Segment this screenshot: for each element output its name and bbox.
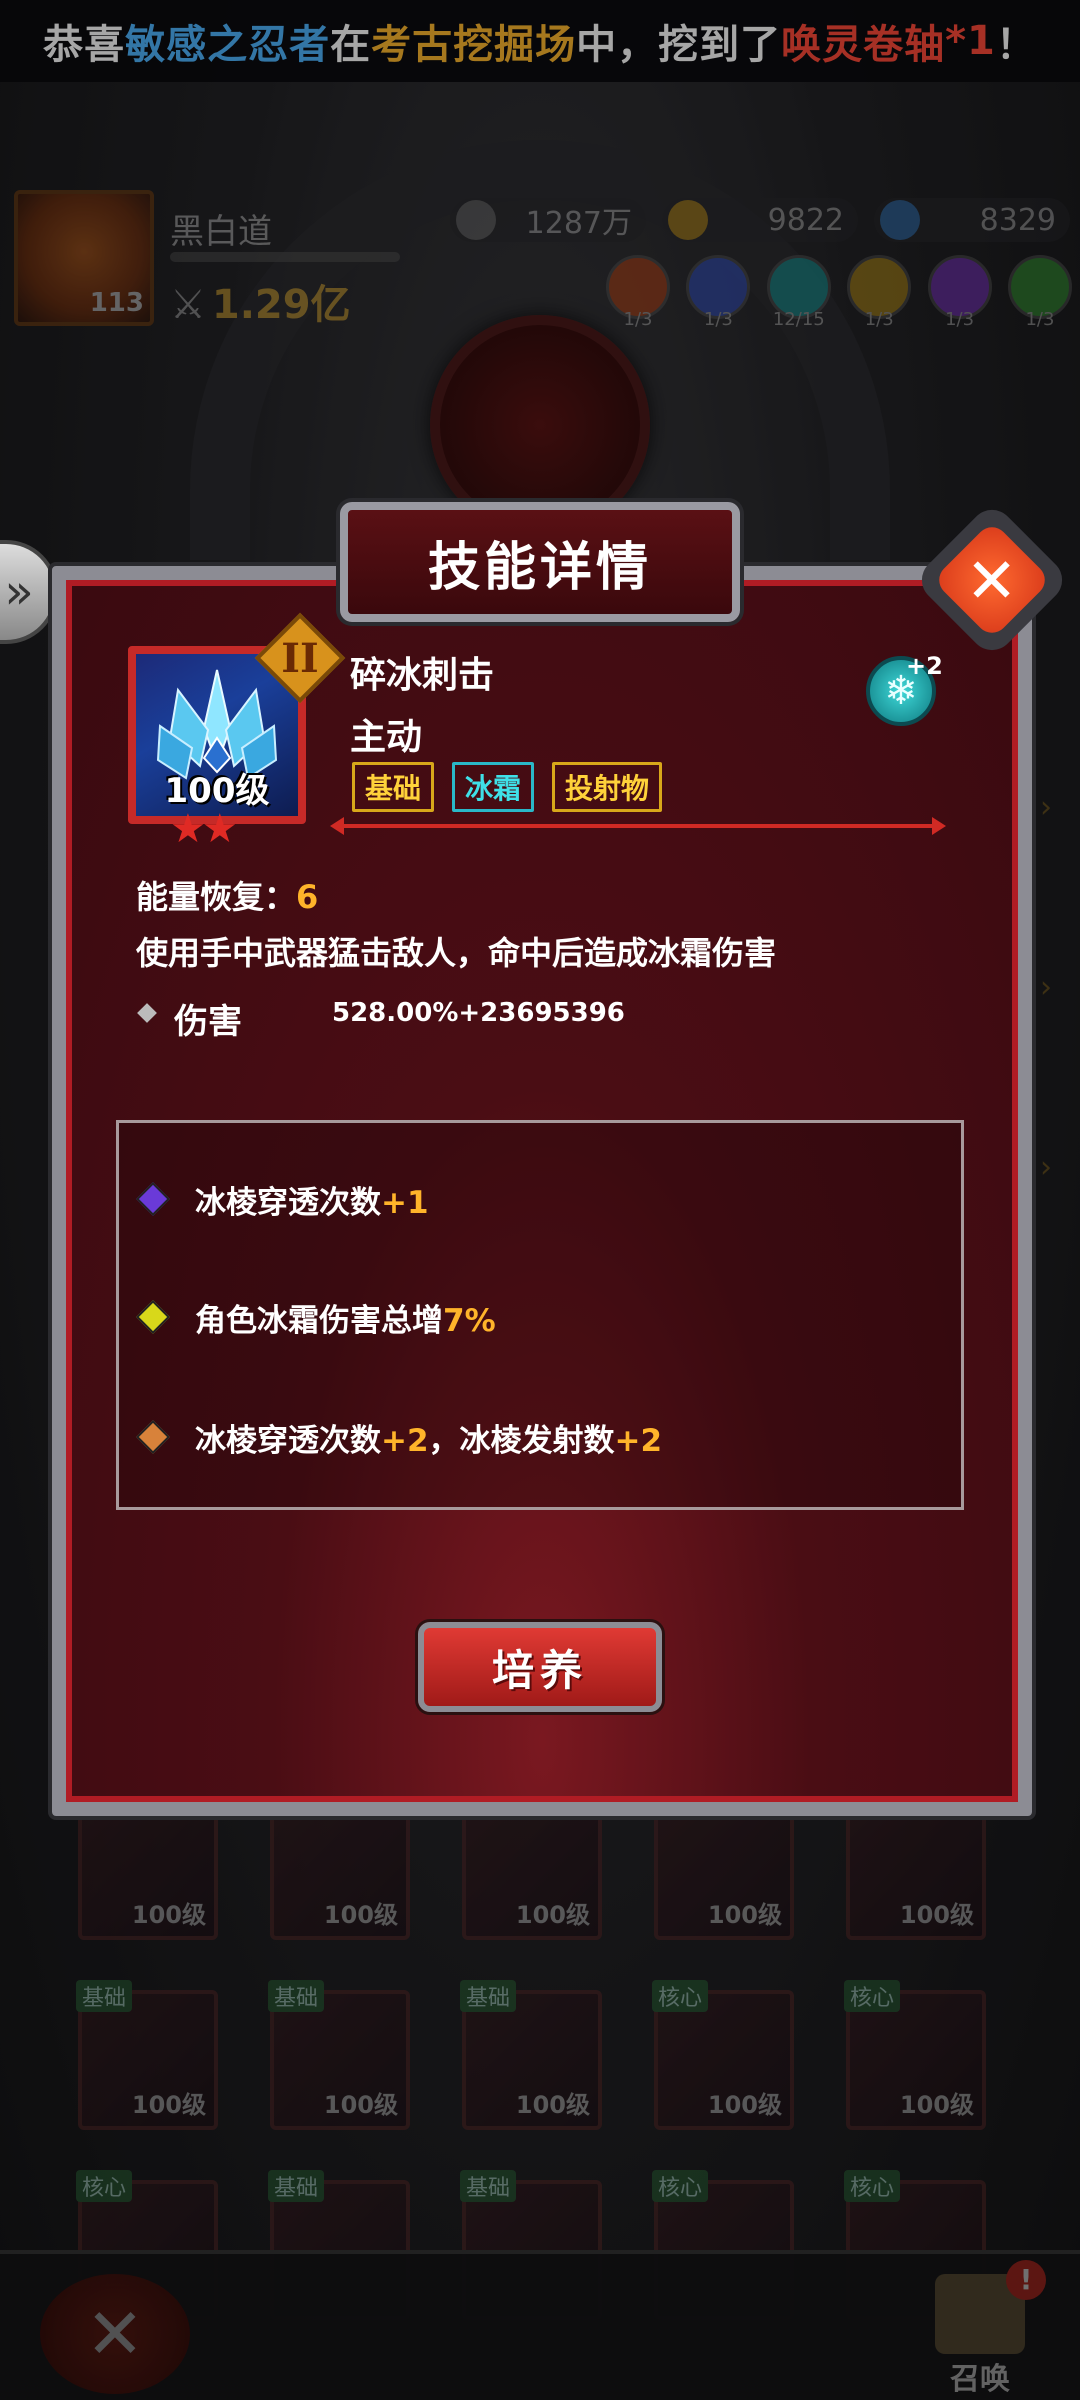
trait-text-a: 角色冰霜伤害总增 <box>195 1303 443 1339</box>
damage-label: 伤害 <box>174 1002 242 1042</box>
dialog-title: 技能详情 <box>427 537 652 598</box>
element-plus: +2 <box>906 652 943 680</box>
trait-text: 角色冰霜伤害总增7% <box>195 1295 496 1340</box>
trait-list: 冰棱穿透次数+1 角色冰霜伤害总增7% 冰棱穿透次数+2，冰棱发射数+2 <box>116 1120 964 1510</box>
trait-text-a: 冰棱穿透次数 <box>195 1185 381 1221</box>
damage-value: 528.00%+23695396 <box>332 998 625 1028</box>
trait-item: 冰棱穿透次数+2，冰棱发射数+2 <box>136 1413 941 1463</box>
diamond-bullet-icon <box>137 1003 157 1023</box>
skill-stars: ★★ <box>170 806 238 852</box>
train-button[interactable]: 培养 <box>418 1622 662 1712</box>
tag-basic: 基础 <box>352 762 435 812</box>
trait-highlight: +2 <box>614 1423 663 1459</box>
trait-highlight: +2 <box>381 1423 429 1459</box>
trait-item: 冰棱穿透次数+1 <box>136 1175 941 1225</box>
dialog-header: 技能详情 <box>340 502 740 622</box>
purple-diamond-icon <box>136 1182 170 1216</box>
close-icon: ✕ <box>966 543 1018 617</box>
orange-diamond-icon <box>136 1420 170 1454</box>
energy-value: 6 <box>296 878 319 916</box>
skill-type: 主动 <box>350 717 423 758</box>
trait-highlight: +1 <box>381 1185 429 1221</box>
damage-row: 伤害 528.00%+23695396 <box>137 994 840 1044</box>
skill-name: 碎冰刺击 <box>350 655 495 696</box>
divider <box>330 817 946 835</box>
yellow-diamond-icon <box>136 1300 170 1334</box>
energy-label: 能量恢复： <box>136 878 297 916</box>
tier-text: II <box>281 634 319 682</box>
skill-description: 使用手中武器猛击敌人，命中后造成冰霜伤害 <box>136 934 777 972</box>
skill-level: 100级 <box>164 771 270 811</box>
trait-text-a: 冰棱穿透次数 <box>195 1423 381 1459</box>
skill-tags: 基础 冰霜 投射物 <box>352 762 663 812</box>
trait-text-b: ，冰棱发射数 <box>428 1423 615 1459</box>
trait-text: 冰棱穿透次数+2，冰棱发射数+2 <box>195 1415 662 1460</box>
tag-projectile: 投射物 <box>552 762 663 812</box>
trait-text: 冰棱穿透次数+1 <box>195 1177 429 1222</box>
train-label: 培养 <box>491 1645 588 1695</box>
energy-recovery: 能量恢复：6 <box>136 872 318 918</box>
tag-frost: 冰霜 <box>452 762 535 812</box>
trait-item: 角色冰霜伤害总增7% <box>136 1293 941 1343</box>
trait-highlight: 7% <box>443 1303 496 1339</box>
